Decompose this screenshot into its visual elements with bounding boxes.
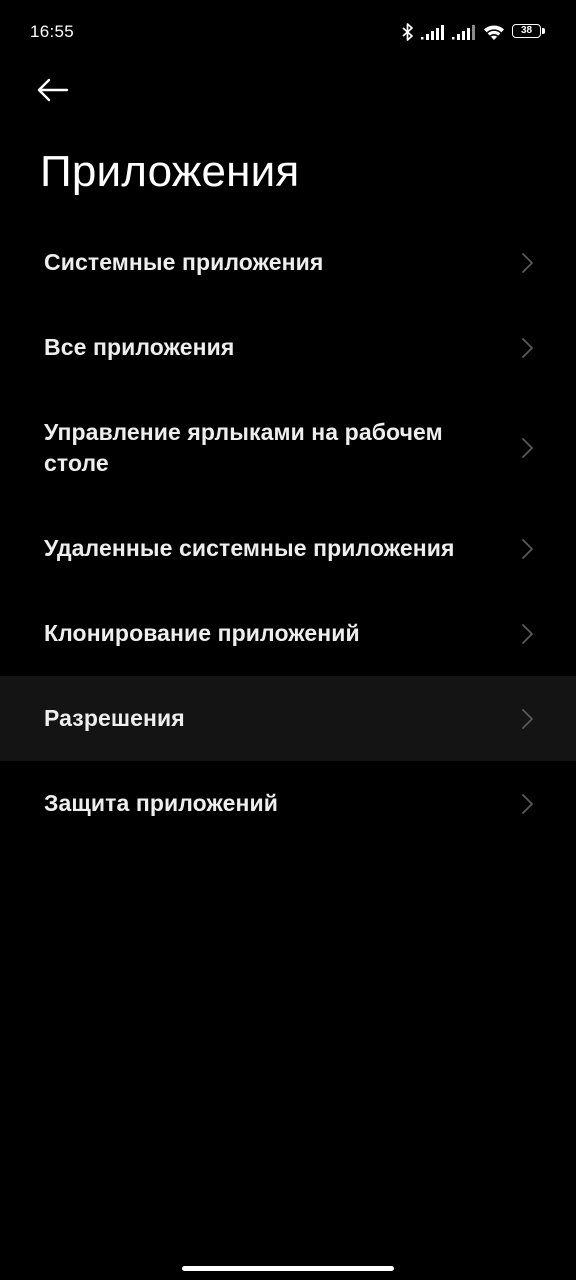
arrow-left-icon bbox=[36, 78, 70, 107]
menu-item-label: Все приложения bbox=[44, 334, 235, 360]
bluetooth-icon bbox=[402, 23, 414, 41]
menu-item-label: Разрешения bbox=[44, 705, 185, 731]
menu-item-system-apps[interactable]: Системные приложения bbox=[0, 220, 576, 305]
signal-icon bbox=[421, 24, 445, 40]
menu-item-label: Системные приложения bbox=[44, 249, 324, 275]
battery-icon: 38 bbox=[512, 24, 546, 40]
back-button[interactable] bbox=[36, 72, 84, 112]
menu-item-label: Клонирование приложений bbox=[44, 620, 360, 646]
chevron-right-icon bbox=[520, 252, 534, 274]
chevron-right-icon bbox=[520, 708, 534, 730]
chevron-right-icon bbox=[520, 793, 534, 815]
menu-item-removed-system-apps[interactable]: Удаленные системные приложения bbox=[0, 506, 576, 591]
settings-menu: Системные приложения Все приложения Упра… bbox=[0, 220, 576, 846]
battery-level: 38 bbox=[520, 25, 533, 36]
menu-item-all-apps[interactable]: Все приложения bbox=[0, 305, 576, 390]
chevron-right-icon bbox=[520, 437, 534, 459]
chevron-right-icon bbox=[520, 337, 534, 359]
wifi-icon bbox=[483, 24, 505, 41]
page-title: Приложения bbox=[40, 147, 300, 196]
home-indicator[interactable] bbox=[182, 1266, 394, 1271]
menu-item-permissions[interactable]: Разрешения bbox=[0, 676, 576, 761]
menu-item-app-cloning[interactable]: Клонирование приложений bbox=[0, 591, 576, 676]
menu-item-label: Удаленные системные приложения bbox=[44, 535, 455, 561]
signal-icon bbox=[452, 24, 476, 40]
menu-item-app-lock[interactable]: Защита приложений bbox=[0, 761, 576, 846]
status-time: 16:55 bbox=[30, 22, 75, 41]
status-bar: 16:55 38 bbox=[0, 0, 576, 64]
chevron-right-icon bbox=[520, 623, 534, 645]
status-icons: 38 bbox=[402, 22, 546, 42]
menu-item-shortcuts[interactable]: Управление ярлыками на рабочем столе bbox=[0, 390, 576, 506]
menu-item-label: Управление ярлыками на рабочем столе bbox=[44, 419, 443, 476]
menu-item-label: Защита приложений bbox=[44, 790, 278, 816]
chevron-right-icon bbox=[520, 538, 534, 560]
